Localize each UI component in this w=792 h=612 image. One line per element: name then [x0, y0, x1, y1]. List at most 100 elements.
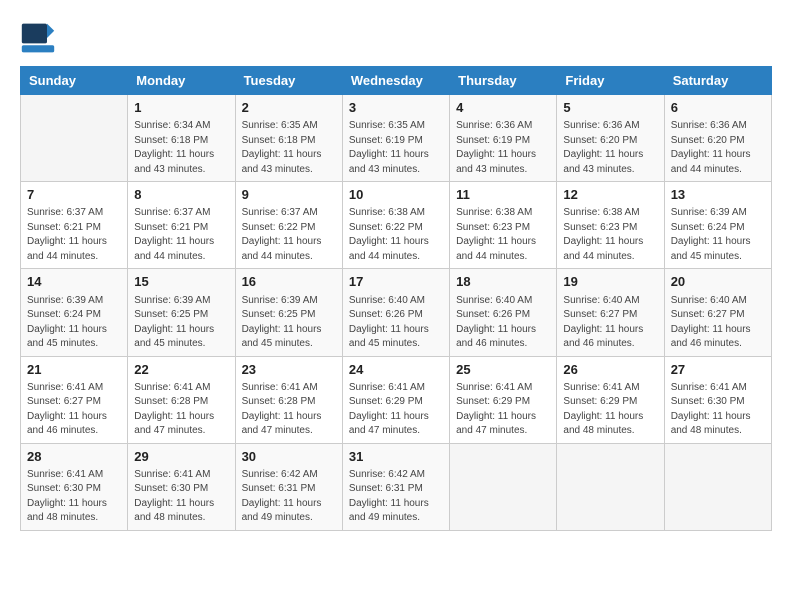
- day-info: Sunrise: 6:38 AMSunset: 6:22 PMDaylight:…: [349, 206, 443, 264]
- day-number: 30: [242, 448, 336, 466]
- calendar-cell: 6 Sunrise: 6:36 AMSunset: 6:20 PMDaylight…: [664, 95, 771, 182]
- day-info: Sunrise: 6:41 AMSunset: 6:28 PMDaylight:…: [242, 381, 336, 439]
- calendar-cell: 5Sunrise: 6:36 AMSunset: 6:20 PMDaylight…: [557, 95, 664, 182]
- calendar-cell: 26Sunrise: 6:41 AMSunset: 6:29 PMDayligh…: [557, 356, 664, 443]
- week-row-2: 14 Sunrise: 6:39 AMSunset: 6:24 PMDayligh…: [21, 269, 772, 356]
- day-number: 3: [349, 99, 443, 117]
- day-info: Sunrise: 6:37 AMSunset: 6:21 PMDaylight:…: [134, 206, 228, 264]
- calendar-cell: [664, 443, 771, 530]
- day-info: Sunrise: 6:39 AMSunset: 6:25 PMDaylight:…: [242, 294, 336, 352]
- day-number: 2: [242, 99, 336, 117]
- calendar-cell: 2 Sunrise: 6:35 AMSunset: 6:18 PMDaylight…: [235, 95, 342, 182]
- day-info: Sunrise: 6:42 AMSunset: 6:31 PMDaylight:…: [242, 468, 336, 526]
- calendar-table: SundayMondayTuesdayWednesdayThursdayFrid…: [20, 66, 772, 531]
- week-row-3: 21 Sunrise: 6:41 AMSunset: 6:27 PMDayligh…: [21, 356, 772, 443]
- page-header: [20, 20, 772, 56]
- calendar-cell: 16 Sunrise: 6:39 AMSunset: 6:25 PMDayligh…: [235, 269, 342, 356]
- logo-icon: [20, 20, 56, 56]
- calendar-cell: 31 Sunrise: 6:42 AMSunset: 6:31 PMDayligh…: [342, 443, 449, 530]
- day-number: 19: [563, 273, 657, 291]
- day-info: Sunrise: 6:41 AMSunset: 6:29 PMDaylight:…: [349, 381, 443, 439]
- day-number: 16: [242, 273, 336, 291]
- day-number: 17: [349, 273, 443, 291]
- calendar-cell: 27 Sunrise: 6:41 AMSunset: 6:30 PMDayligh…: [664, 356, 771, 443]
- day-info: Sunrise: 6:35 AMSunset: 6:18 PMDaylight:…: [242, 119, 336, 177]
- day-info: Sunrise: 6:36 AMSunset: 6:20 PMDaylight:…: [671, 119, 765, 177]
- day-number: 8: [134, 186, 228, 204]
- day-info: Sunrise: 6:37 AMSunset: 6:21 PMDaylight:…: [27, 206, 121, 264]
- day-info: Sunrise: 6:41 AMSunset: 6:28 PMDaylight:…: [134, 381, 228, 439]
- day-number: 10: [349, 186, 443, 204]
- calendar-header: SundayMondayTuesdayWednesdayThursdayFrid…: [21, 67, 772, 95]
- day-number: 6: [671, 99, 765, 117]
- calendar-cell: 29Sunrise: 6:41 AMSunset: 6:30 PMDayligh…: [128, 443, 235, 530]
- calendar-cell: 28 Sunrise: 6:41 AMSunset: 6:30 PMDayligh…: [21, 443, 128, 530]
- day-number: 4: [456, 99, 550, 117]
- day-info: Sunrise: 6:41 AMSunset: 6:30 PMDaylight:…: [27, 468, 121, 526]
- calendar-cell: 17 Sunrise: 6:40 AMSunset: 6:26 PMDayligh…: [342, 269, 449, 356]
- calendar-cell: 24 Sunrise: 6:41 AMSunset: 6:29 PMDayligh…: [342, 356, 449, 443]
- calendar-body: 1 Sunrise: 6:34 AMSunset: 6:18 PMDaylight…: [21, 95, 772, 531]
- day-number: 27: [671, 361, 765, 379]
- weekday-header-thursday: Thursday: [450, 67, 557, 95]
- day-number: 1: [134, 99, 228, 117]
- day-info: Sunrise: 6:34 AMSunset: 6:18 PMDaylight:…: [134, 119, 228, 177]
- day-info: Sunrise: 6:42 AMSunset: 6:31 PMDaylight:…: [349, 468, 443, 526]
- week-row-4: 28 Sunrise: 6:41 AMSunset: 6:30 PMDayligh…: [21, 443, 772, 530]
- calendar-cell: 30 Sunrise: 6:42 AMSunset: 6:31 PMDayligh…: [235, 443, 342, 530]
- day-info: Sunrise: 6:40 AMSunset: 6:26 PMDaylight:…: [349, 294, 443, 352]
- calendar-cell: 22 Sunrise: 6:41 AMSunset: 6:28 PMDayligh…: [128, 356, 235, 443]
- day-info: Sunrise: 6:40 AMSunset: 6:27 PMDaylight:…: [671, 294, 765, 352]
- day-number: 28: [27, 448, 121, 466]
- day-number: 31: [349, 448, 443, 466]
- day-number: 9: [242, 186, 336, 204]
- day-number: 22: [134, 361, 228, 379]
- day-number: 12: [563, 186, 657, 204]
- day-info: Sunrise: 6:41 AMSunset: 6:30 PMDaylight:…: [671, 381, 765, 439]
- calendar-cell: 15Sunrise: 6:39 AMSunset: 6:25 PMDayligh…: [128, 269, 235, 356]
- day-info: Sunrise: 6:36 AMSunset: 6:19 PMDaylight:…: [456, 119, 550, 177]
- weekday-header-sunday: Sunday: [21, 67, 128, 95]
- calendar-cell: 12 Sunrise: 6:38 AMSunset: 6:23 PMDayligh…: [557, 182, 664, 269]
- calendar-cell: 13 Sunrise: 6:39 AMSunset: 6:24 PMDayligh…: [664, 182, 771, 269]
- calendar-cell: [450, 443, 557, 530]
- logo: [20, 20, 60, 56]
- day-info: Sunrise: 6:38 AMSunset: 6:23 PMDaylight:…: [563, 206, 657, 264]
- calendar-cell: [21, 95, 128, 182]
- day-number: 23: [242, 361, 336, 379]
- calendar-cell: 10 Sunrise: 6:38 AMSunset: 6:22 PMDayligh…: [342, 182, 449, 269]
- day-number: 13: [671, 186, 765, 204]
- calendar-cell: [557, 443, 664, 530]
- calendar-cell: 25 Sunrise: 6:41 AMSunset: 6:29 PMDayligh…: [450, 356, 557, 443]
- day-number: 11: [456, 186, 550, 204]
- calendar-cell: 18 Sunrise: 6:40 AMSunset: 6:26 PMDayligh…: [450, 269, 557, 356]
- day-number: 14: [27, 273, 121, 291]
- day-info: Sunrise: 6:39 AMSunset: 6:24 PMDaylight:…: [671, 206, 765, 264]
- day-info: Sunrise: 6:41 AMSunset: 6:27 PMDaylight:…: [27, 381, 121, 439]
- calendar-cell: 4 Sunrise: 6:36 AMSunset: 6:19 PMDaylight…: [450, 95, 557, 182]
- week-row-0: 1 Sunrise: 6:34 AMSunset: 6:18 PMDaylight…: [21, 95, 772, 182]
- day-number: 18: [456, 273, 550, 291]
- day-number: 20: [671, 273, 765, 291]
- calendar-cell: 14 Sunrise: 6:39 AMSunset: 6:24 PMDayligh…: [21, 269, 128, 356]
- day-number: 21: [27, 361, 121, 379]
- weekday-header-monday: Monday: [128, 67, 235, 95]
- day-number: 15: [134, 273, 228, 291]
- day-info: Sunrise: 6:40 AMSunset: 6:27 PMDaylight:…: [563, 294, 657, 352]
- day-info: Sunrise: 6:40 AMSunset: 6:26 PMDaylight:…: [456, 294, 550, 352]
- day-info: Sunrise: 6:38 AMSunset: 6:23 PMDaylight:…: [456, 206, 550, 264]
- day-number: 29: [134, 448, 228, 466]
- calendar-cell: 7Sunrise: 6:37 AMSunset: 6:21 PMDaylight…: [21, 182, 128, 269]
- day-info: Sunrise: 6:36 AMSunset: 6:20 PMDaylight:…: [563, 119, 657, 177]
- weekday-header-saturday: Saturday: [664, 67, 771, 95]
- calendar-cell: 9 Sunrise: 6:37 AMSunset: 6:22 PMDaylight…: [235, 182, 342, 269]
- day-info: Sunrise: 6:37 AMSunset: 6:22 PMDaylight:…: [242, 206, 336, 264]
- day-number: 24: [349, 361, 443, 379]
- calendar-cell: 8 Sunrise: 6:37 AMSunset: 6:21 PMDaylight…: [128, 182, 235, 269]
- day-info: Sunrise: 6:41 AMSunset: 6:29 PMDaylight:…: [456, 381, 550, 439]
- day-info: Sunrise: 6:35 AMSunset: 6:19 PMDaylight:…: [349, 119, 443, 177]
- weekday-row: SundayMondayTuesdayWednesdayThursdayFrid…: [21, 67, 772, 95]
- weekday-header-friday: Friday: [557, 67, 664, 95]
- day-info: Sunrise: 6:39 AMSunset: 6:24 PMDaylight:…: [27, 294, 121, 352]
- day-number: 25: [456, 361, 550, 379]
